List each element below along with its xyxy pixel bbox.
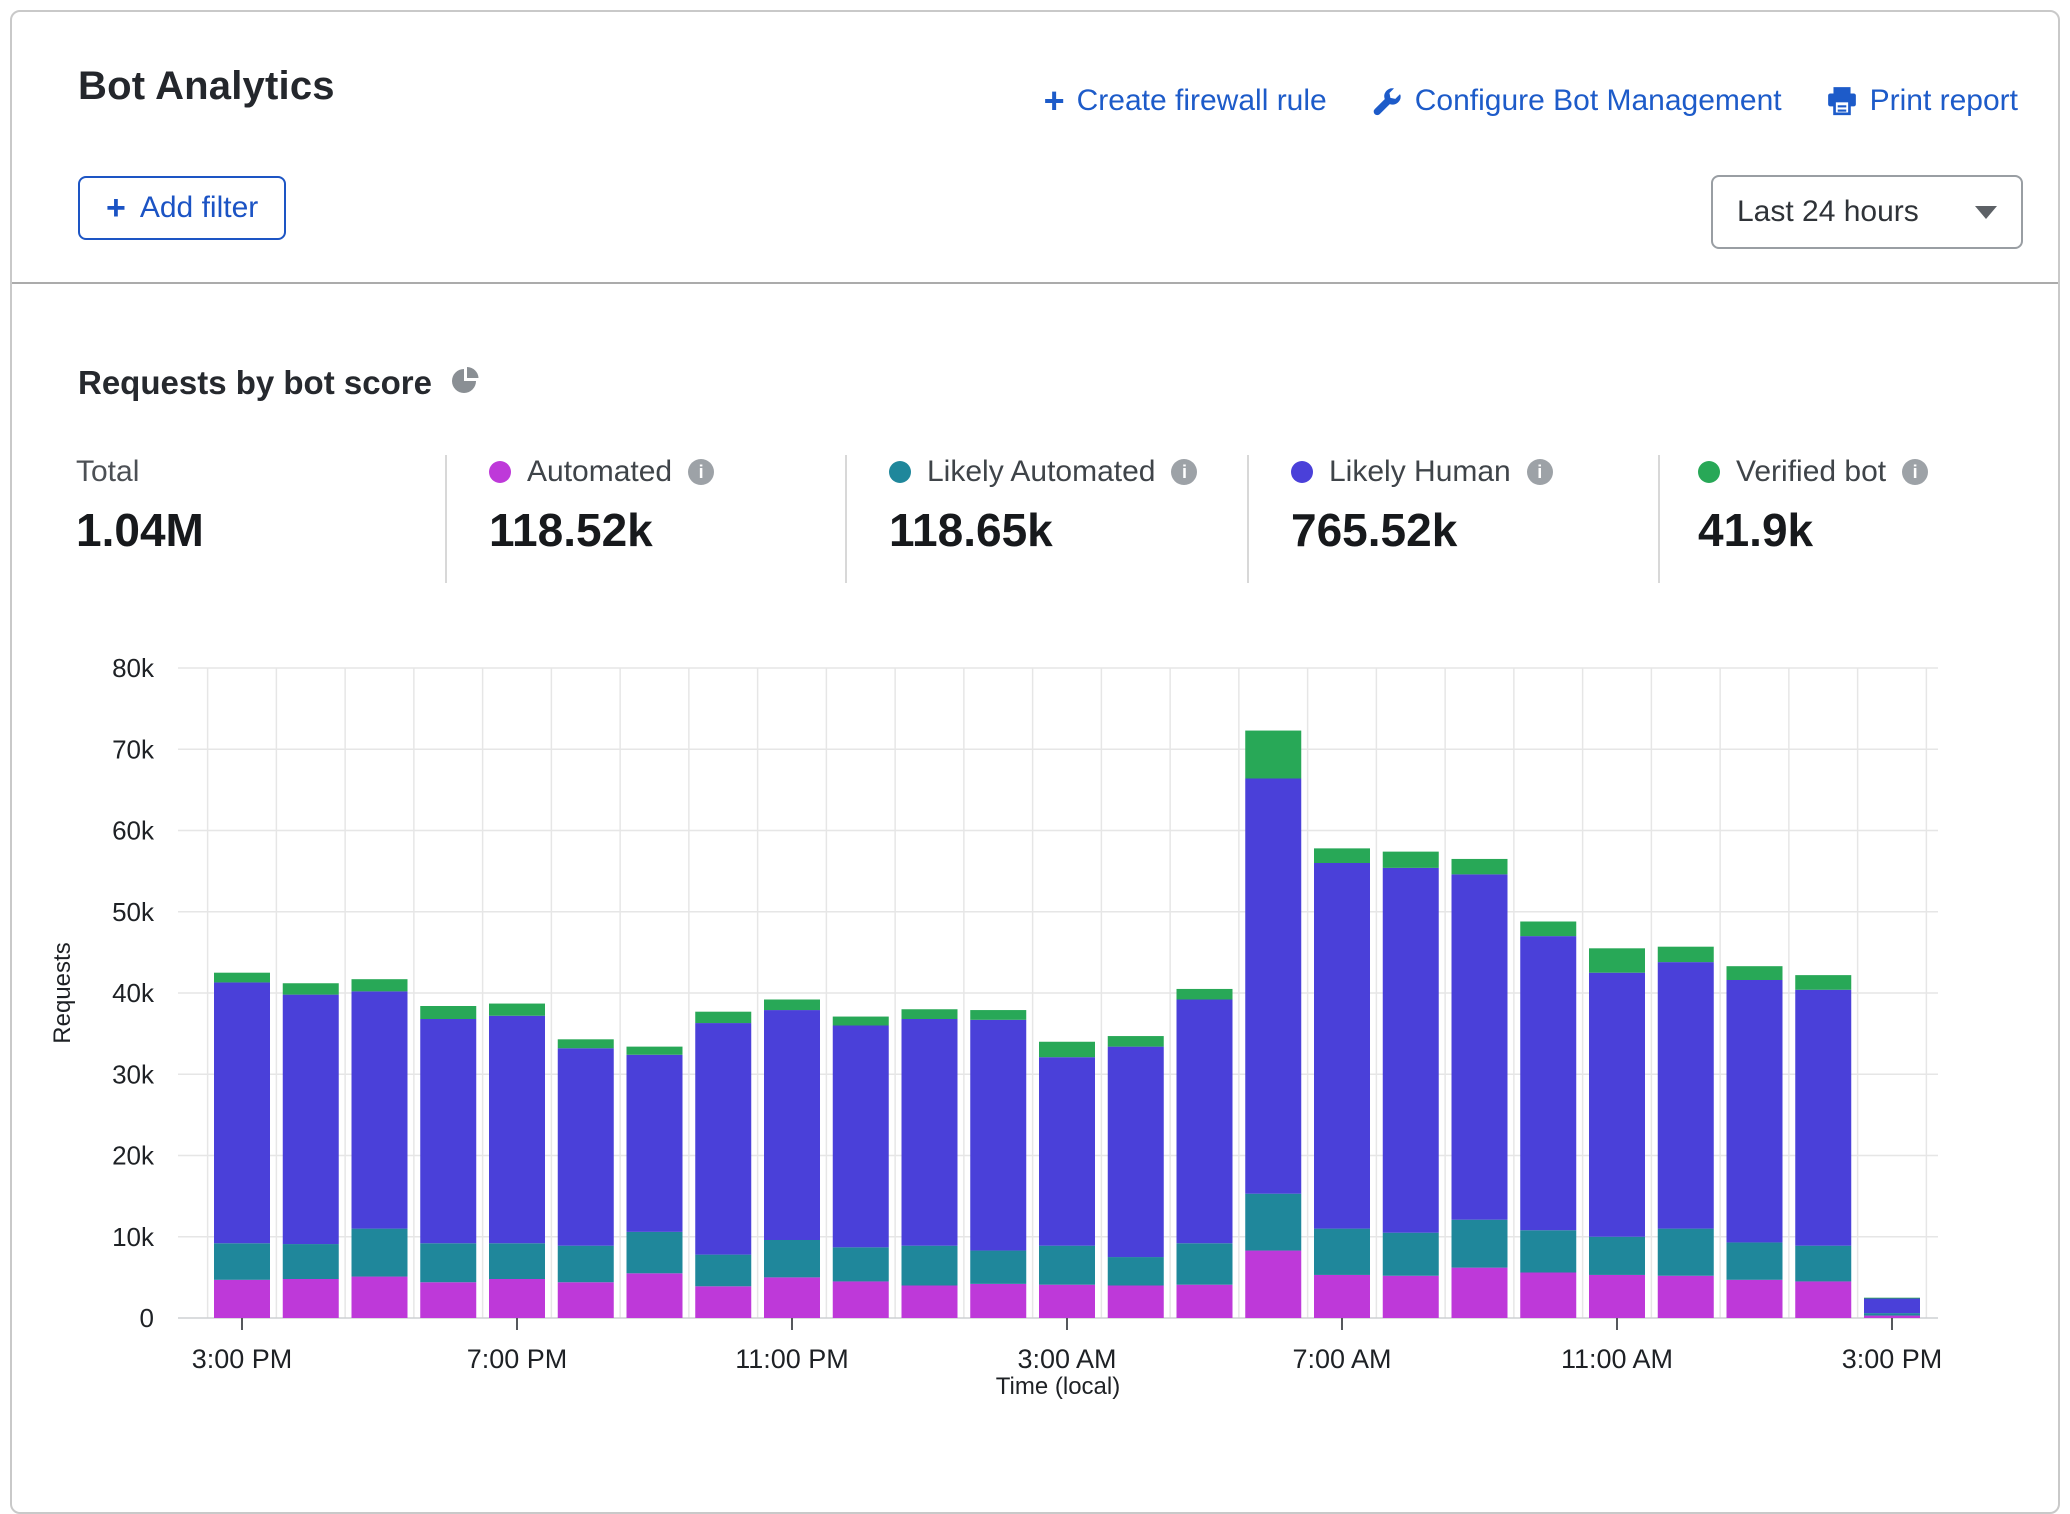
- stat-likely-automated-label: Likely Automated: [927, 455, 1155, 489]
- svg-text:3:00 AM: 3:00 AM: [1017, 1344, 1116, 1374]
- plus-icon: +: [1044, 86, 1065, 116]
- print-report-link[interactable]: Print report: [1826, 84, 2018, 118]
- stat-likely-automated-value: 118.65k: [889, 503, 1197, 557]
- svg-text:7:00 AM: 7:00 AM: [1292, 1344, 1391, 1374]
- requests-by-bot-score-chart[interactable]: 0 10k 20k 30k 40k 50k 60k 70k 80k 3:00 PM 7:00 PM 1…: [42, 640, 2022, 1400]
- section-title: Requests by bot score: [78, 364, 432, 402]
- stat-divider: [845, 455, 847, 583]
- create-firewall-rule-label: Create firewall rule: [1077, 84, 1327, 118]
- stat-verified-bot-label: Verified bot: [1736, 455, 1886, 489]
- stat-automated-value: 118.52k: [489, 503, 714, 557]
- create-firewall-rule-link[interactable]: + Create firewall rule: [1044, 84, 1327, 118]
- header-actions: + Create firewall rule Configure Bot Man…: [1044, 84, 2018, 118]
- svg-text:Requests: Requests: [49, 942, 76, 1043]
- svg-text:Time (local): Time (local): [996, 1373, 1120, 1400]
- stat-verified-bot-value: 41.9k: [1698, 503, 1928, 557]
- stat-divider: [1658, 455, 1660, 583]
- stat-total-label: Total: [76, 455, 204, 489]
- legend-dot-verified-bot: [1698, 461, 1720, 483]
- bot-analytics-card: Bot Analytics + Create firewall rule Con…: [10, 10, 2060, 1514]
- time-range-select[interactable]: Last 24 hours: [1711, 175, 2023, 249]
- configure-bot-management-label: Configure Bot Management: [1415, 84, 1782, 118]
- section-title-row: Requests by bot score: [78, 364, 480, 402]
- plus-icon: +: [106, 193, 126, 223]
- stat-likely-automated: Likely Automated i 118.65k: [889, 455, 1197, 557]
- svg-text:3:00 PM: 3:00 PM: [1842, 1344, 1943, 1374]
- svg-text:40k: 40k: [112, 978, 155, 1008]
- svg-text:3:00 PM: 3:00 PM: [192, 1344, 293, 1374]
- stat-divider: [1247, 455, 1249, 583]
- chevron-down-icon: [1975, 206, 1997, 219]
- stat-divider: [445, 455, 447, 583]
- svg-text:7:00 PM: 7:00 PM: [467, 1344, 568, 1374]
- add-filter-button[interactable]: + Add filter: [78, 176, 286, 240]
- info-icon[interactable]: i: [1902, 459, 1928, 485]
- svg-text:50k: 50k: [112, 897, 155, 927]
- svg-text:60k: 60k: [112, 816, 155, 846]
- svg-text:70k: 70k: [112, 734, 155, 764]
- printer-icon: [1826, 85, 1858, 117]
- card-header: Bot Analytics + Create firewall rule Con…: [12, 12, 2058, 284]
- pie-chart-icon: [450, 366, 480, 401]
- stat-automated: Automated i 118.52k: [489, 455, 714, 557]
- stat-likely-human-label: Likely Human: [1329, 455, 1511, 489]
- legend-dot-likely-human: [1291, 461, 1313, 483]
- stat-likely-human: Likely Human i 765.52k: [1291, 455, 1553, 557]
- stat-total-value: 1.04M: [76, 503, 204, 557]
- add-filter-label: Add filter: [140, 191, 258, 225]
- legend-dot-automated: [489, 461, 511, 483]
- time-range-value: Last 24 hours: [1737, 195, 1975, 229]
- legend-dot-likely-automated: [889, 461, 911, 483]
- stat-likely-human-value: 765.52k: [1291, 503, 1553, 557]
- svg-text:20k: 20k: [112, 1141, 155, 1171]
- svg-text:11:00 PM: 11:00 PM: [735, 1344, 849, 1374]
- svg-text:10k: 10k: [112, 1222, 155, 1252]
- svg-text:11:00 AM: 11:00 AM: [1561, 1344, 1673, 1374]
- info-icon[interactable]: i: [1171, 459, 1197, 485]
- configure-bot-management-link[interactable]: Configure Bot Management: [1371, 84, 1782, 118]
- stat-total: Total 1.04M: [76, 455, 204, 557]
- info-icon[interactable]: i: [1527, 459, 1553, 485]
- info-icon[interactable]: i: [688, 459, 714, 485]
- svg-text:0: 0: [140, 1303, 154, 1333]
- stat-automated-label: Automated: [527, 455, 672, 489]
- page-title: Bot Analytics: [78, 64, 335, 109]
- print-report-label: Print report: [1870, 84, 2018, 118]
- wrench-icon: [1371, 85, 1403, 117]
- stat-verified-bot: Verified bot i 41.9k: [1698, 455, 1928, 557]
- svg-text:30k: 30k: [112, 1059, 155, 1089]
- svg-text:80k: 80k: [112, 653, 155, 683]
